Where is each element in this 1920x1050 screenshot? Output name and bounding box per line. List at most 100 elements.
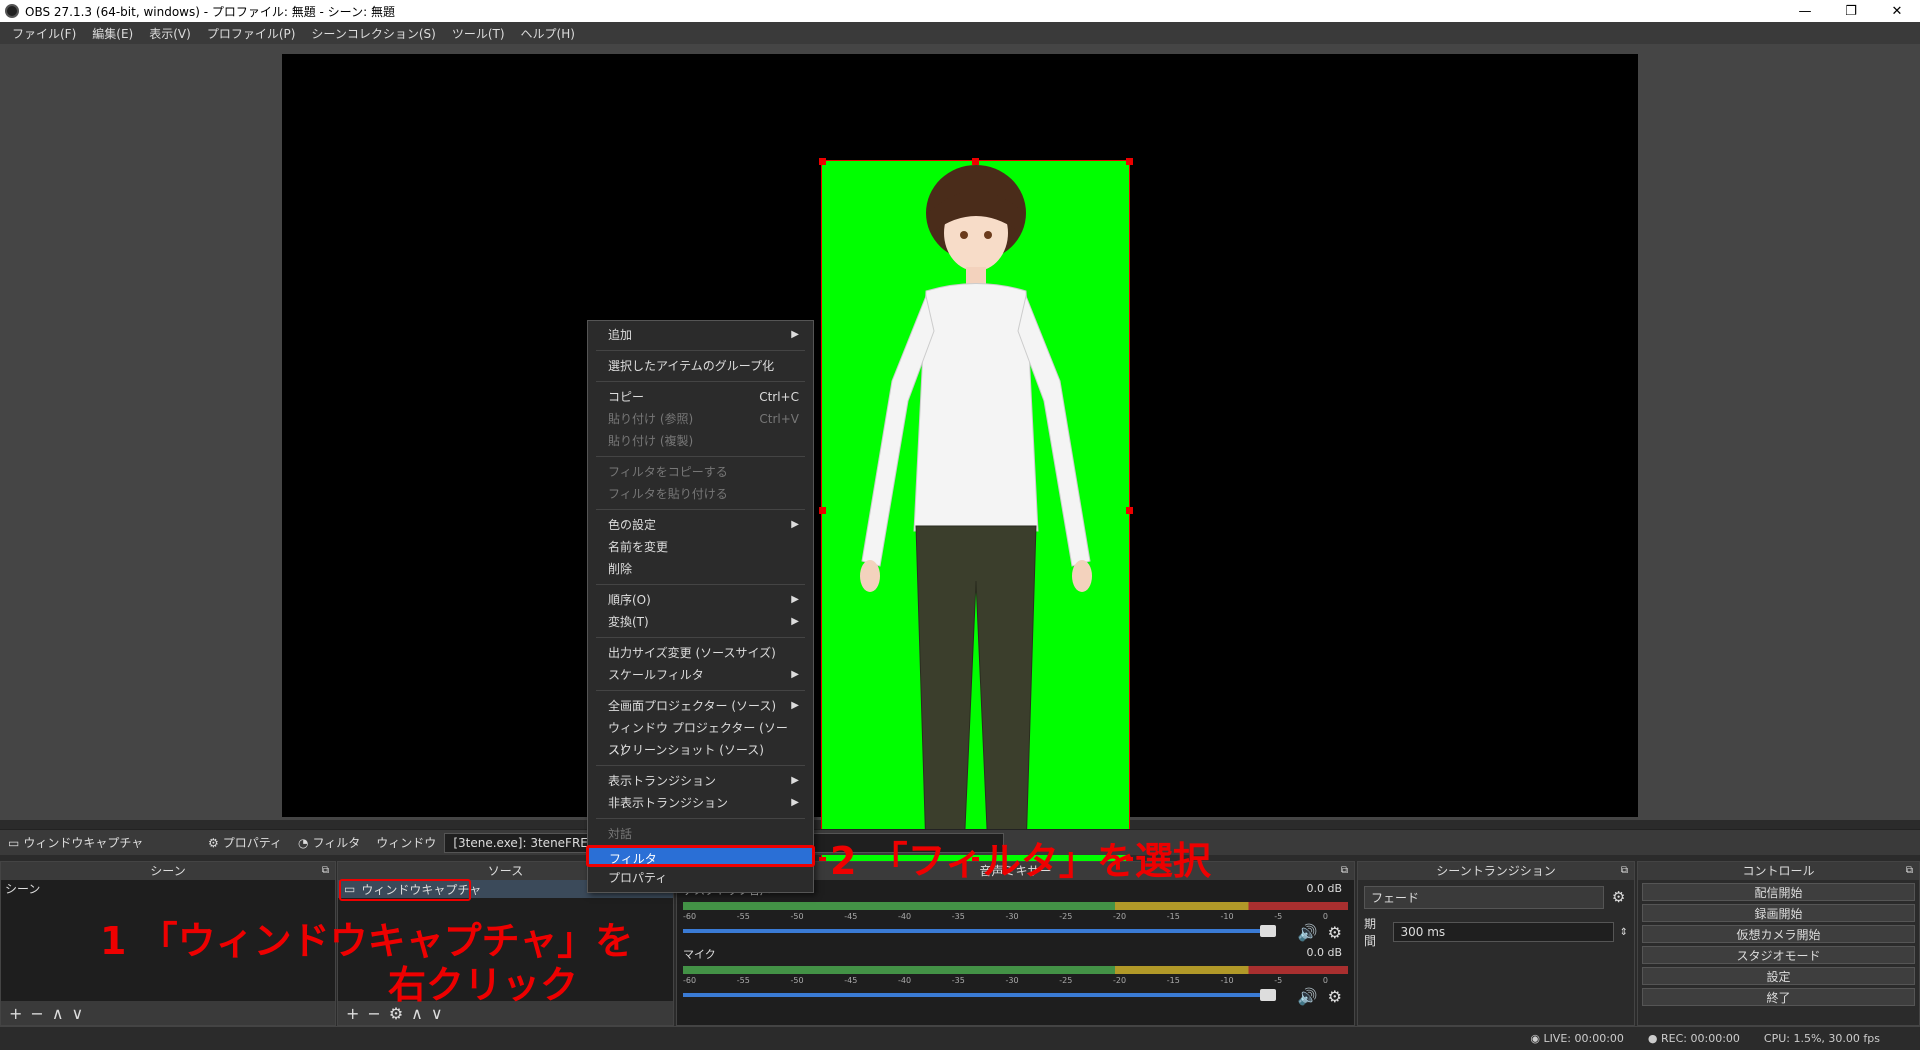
menu-item[interactable]: 削除	[588, 558, 813, 580]
cpu-status: CPU: 1.5%, 30.00 fps	[1763, 1032, 1880, 1045]
menu-profile[interactable]: プロファイル(P)	[199, 25, 304, 42]
undock-icon[interactable]: ⧉	[1341, 862, 1348, 880]
track-name: マイク	[683, 948, 716, 961]
live-status: ◉ LIVE: 00:00:00	[1530, 1032, 1624, 1045]
slider-knob[interactable]	[1260, 925, 1276, 937]
menu-item[interactable]: 出力サイズ変更 (ソースサイズ)	[588, 642, 813, 664]
undock-icon[interactable]: ⧉	[1906, 862, 1913, 880]
volume-meter	[683, 902, 1348, 910]
spinner-icon[interactable]: ⇕	[1620, 927, 1628, 938]
live-time: LIVE: 00:00:00	[1543, 1032, 1624, 1045]
menu-item[interactable]: 非表示トランジション ▶	[588, 792, 813, 814]
menu-item[interactable]: コピー Ctrl+C	[588, 386, 813, 408]
add-icon[interactable]: +	[346, 1004, 359, 1023]
menu-file[interactable]: ファイル(F)	[4, 25, 84, 42]
gear-icon[interactable]: ⚙	[1328, 987, 1342, 1006]
move-down-icon[interactable]: ∨	[72, 1004, 84, 1023]
scale-tick: -45	[844, 912, 858, 921]
controls-dock-header: コントロール ⧉	[1638, 862, 1919, 880]
remove-icon[interactable]: −	[30, 1004, 43, 1023]
menu-item-shortcut: Ctrl+C	[759, 390, 799, 404]
resize-handle[interactable]	[972, 158, 979, 165]
menu-tools[interactable]: ツール(T)	[444, 25, 513, 42]
menu-scene-collection[interactable]: シーンコレクション(S)	[303, 25, 443, 42]
annotation-step2: 2 「フィルタ」を選択	[830, 839, 1211, 883]
filters-button[interactable]: ◔ フィルタ	[290, 834, 368, 851]
scale-tick: -15	[1166, 912, 1180, 921]
menu-item-label: スクリーンショット (ソース)	[608, 743, 764, 757]
minimize-button[interactable]: —	[1782, 0, 1828, 22]
properties-button[interactable]: ⚙ プロパティ	[200, 834, 290, 851]
menu-item[interactable]: 選択したアイテムのグループ化	[588, 355, 813, 377]
window-title: OBS 27.1.3 (64-bit, windows) - プロファイル: 無…	[25, 4, 395, 19]
menu-separator	[596, 456, 805, 457]
menu-item[interactable]: 名前を変更	[588, 536, 813, 558]
context-menu: 追加 ▶ 選択したアイテムのグループ化 コピー Ctrl+C 貼り付け (参照) Ctrl+…	[586, 320, 815, 893]
gear-icon[interactable]: ⚙	[1612, 888, 1625, 906]
volume-meter	[683, 966, 1348, 974]
speaker-icon[interactable]: 🔊	[1298, 987, 1318, 1006]
studio-mode-button[interactable]: スタジオモード	[1642, 946, 1915, 964]
scale-tick: -60	[683, 976, 697, 985]
menu-item-filters[interactable]: フィルタ	[586, 845, 815, 867]
start-streaming-button[interactable]: 配信開始	[1642, 883, 1915, 901]
menu-item: 対話	[588, 823, 813, 845]
start-virtual-camera-button[interactable]: 仮想カメラ開始	[1642, 925, 1915, 943]
settings-button[interactable]: 設定	[1642, 967, 1915, 985]
track-db: 0.0 dB	[1306, 946, 1342, 959]
scale-tick: -40	[898, 976, 912, 985]
menu-item-shortcut: Ctrl+V	[759, 412, 799, 426]
transition-select[interactable]: フェード	[1364, 886, 1604, 909]
menu-help[interactable]: ヘルプ(H)	[513, 25, 583, 42]
menu-item[interactable]: 追加 ▶	[588, 324, 813, 346]
resize-handle[interactable]	[1126, 158, 1133, 165]
slider-knob[interactable]	[1260, 989, 1276, 1001]
move-up-icon[interactable]: ∧	[52, 1004, 64, 1023]
start-recording-button[interactable]: 録画開始	[1642, 904, 1915, 922]
menu-item[interactable]: 順序(O) ▶	[588, 589, 813, 611]
submenu-arrow-icon: ▶	[791, 616, 799, 627]
menu-separator	[596, 637, 805, 638]
volume-slider[interactable]	[683, 989, 1276, 1001]
scale-tick: -5	[1274, 912, 1283, 921]
menu-edit[interactable]: 編集(E)	[84, 25, 141, 42]
speaker-icon[interactable]: 🔊	[1298, 923, 1318, 942]
menu-separator	[596, 350, 805, 351]
gear-icon[interactable]: ⚙	[1328, 923, 1342, 942]
menu-item-label: 対話	[608, 827, 633, 841]
resize-handle[interactable]	[1126, 507, 1133, 514]
exit-button[interactable]: 終了	[1642, 988, 1915, 1006]
menu-item[interactable]: 全画面プロジェクター (ソース) ▶	[588, 695, 813, 717]
scenes-dock-header: シーン ⧉	[1, 862, 335, 880]
undock-icon[interactable]: ⧉	[1621, 862, 1628, 880]
window-capture-source[interactable]	[821, 160, 1130, 862]
menu-separator	[596, 690, 805, 691]
menu-item[interactable]: 色の設定 ▶	[588, 514, 813, 536]
add-icon[interactable]: +	[9, 1004, 22, 1023]
menu-item[interactable]: ウィンドウ プロジェクター (ソース)	[588, 717, 813, 757]
menu-separator	[596, 509, 805, 510]
submenu-arrow-icon: ▶	[791, 519, 799, 530]
list-item[interactable]: シーン	[1, 880, 335, 898]
menu-item-label: 削除	[608, 562, 633, 576]
close-button[interactable]: ✕	[1874, 0, 1920, 22]
menu-separator	[596, 818, 805, 819]
menu-view[interactable]: 表示(V)	[141, 25, 199, 42]
menu-item[interactable]: プロパティ	[588, 867, 813, 889]
menu-item[interactable]: 表示トランジション ▶	[588, 770, 813, 792]
remove-icon[interactable]: −	[367, 1004, 380, 1023]
resize-handle[interactable]	[819, 158, 826, 165]
track-db: 0.0 dB	[1306, 882, 1342, 895]
menu-item[interactable]: 変換(T) ▶	[588, 611, 813, 633]
menu-item[interactable]: スクリーンショット (ソース)	[588, 739, 813, 761]
menu-item-label: フィルタをコピーする	[608, 465, 728, 479]
sources-dock-title: ソース	[487, 864, 524, 878]
transitions-dock-title: シーントランジション	[1436, 864, 1556, 878]
undock-icon[interactable]: ⧉	[322, 862, 329, 880]
menu-item[interactable]: スケールフィルタ ▶	[588, 664, 813, 686]
volume-slider[interactable]	[683, 925, 1276, 937]
duration-input[interactable]: 300 ms	[1393, 922, 1614, 942]
maximize-button[interactable]: ❐	[1828, 0, 1874, 22]
resize-handle[interactable]	[819, 507, 826, 514]
submenu-arrow-icon: ▶	[791, 775, 799, 786]
